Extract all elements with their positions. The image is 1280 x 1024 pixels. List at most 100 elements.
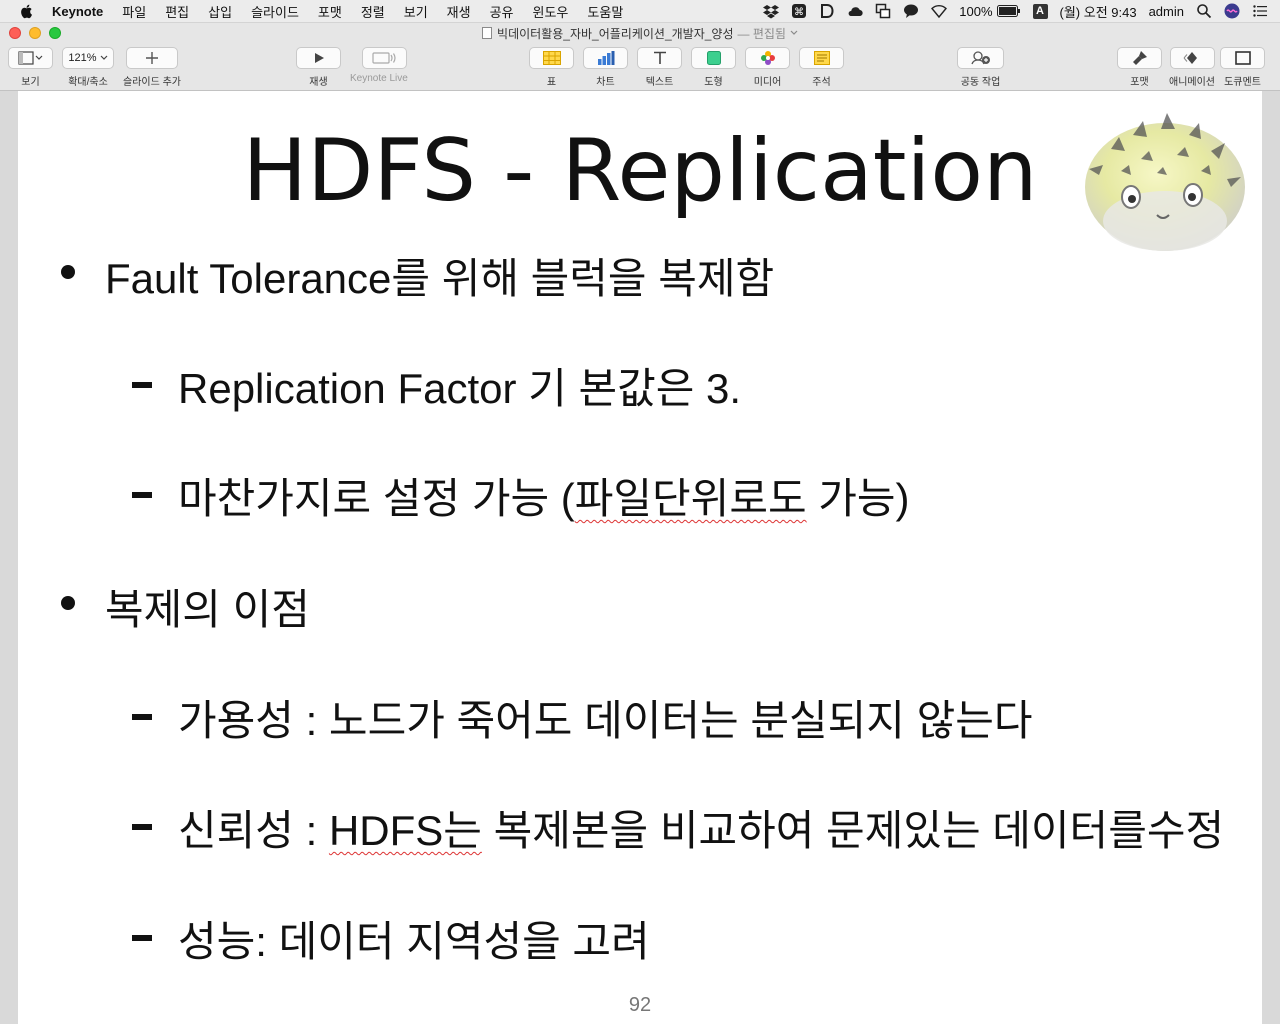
bullet-dash [132, 382, 152, 388]
shape-icon [706, 51, 721, 65]
media-button[interactable] [745, 47, 790, 69]
sub-bullet-text: Replication Factor 기 본값은 3. [178, 365, 742, 412]
menu-insert[interactable]: 삽입 [208, 2, 232, 21]
menu-window[interactable]: 윈도우 [533, 2, 569, 21]
view-tool: 보기 [8, 47, 53, 88]
sub-bullet-reliability[interactable]: 신뢰성 : HDFS는 복제본을 비교하여 문제있는 데이터를수정 [132, 797, 1224, 858]
pufferfish-mascot-icon [1085, 113, 1245, 251]
sub-bullet-configurable[interactable]: 마찬가지로 설정 가능 (파일단위로도 가능) [132, 465, 910, 526]
sub-bullet-performance[interactable]: 성능: 데이터 지역성을 고려 [132, 908, 650, 969]
menu-share[interactable]: 공유 [490, 2, 514, 21]
window-title[interactable]: 빅데이터활용_자바_어플리케이션_개발자_양성 [497, 25, 733, 42]
document-label: 도큐멘트 [1224, 77, 1261, 88]
view-button[interactable] [8, 47, 53, 69]
battery-icon [996, 5, 1020, 17]
slide[interactable]: HDFS - Replication Fault Tolerance를 위해 블… [18, 91, 1262, 1024]
fullscreen-window-button[interactable] [49, 27, 61, 39]
media-label: 미디어 [753, 77, 782, 88]
menu-view[interactable]: 보기 [404, 2, 428, 21]
chevron-down-icon[interactable] [790, 30, 798, 36]
text-button[interactable] [637, 47, 682, 69]
comment-tool: 주석 [799, 47, 844, 88]
text-icon [653, 51, 666, 64]
zoom-tool: 121% 확대/축소 [62, 47, 114, 88]
spotlight[interactable] [1196, 3, 1212, 19]
format-tool: 포맷 [1117, 47, 1162, 88]
play-button[interactable] [296, 47, 341, 69]
keynote-live-tool: Keynote Live [350, 47, 408, 84]
chart-tool: 차트 [583, 47, 628, 88]
collaborate-label: 공동 작업 [960, 77, 1001, 88]
sidebar-layout-icon [17, 51, 42, 65]
slide-title[interactable]: HDFS - Replication [18, 121, 1262, 221]
bullet-dot [61, 265, 75, 279]
d-app-status[interactable] [819, 3, 835, 19]
menu-slide[interactable]: 슬라이드 [251, 2, 299, 21]
bullet-dash [132, 824, 152, 830]
list-icon [1253, 5, 1267, 17]
add-slide-button[interactable] [125, 47, 178, 69]
minimize-window-button[interactable] [29, 27, 41, 39]
animate-label: 애니메이션 [1169, 77, 1215, 88]
shape-button[interactable] [691, 47, 736, 69]
chevron-down-icon [100, 55, 107, 60]
menu-play[interactable]: 재생 [447, 2, 471, 21]
slide-page-number: 92 [628, 994, 652, 1016]
dropbox-status[interactable] [763, 3, 780, 19]
close-window-button[interactable] [9, 27, 21, 39]
menu-help[interactable]: 도움말 [587, 2, 623, 21]
slide-canvas[interactable]: HDFS - Replication Fault Tolerance를 위해 블… [0, 91, 1280, 1024]
battery-percent: 100% [959, 3, 993, 19]
screen-status[interactable] [875, 3, 891, 19]
sub-bullet-replication-factor[interactable]: Replication Factor 기 본값은 3. [132, 355, 742, 416]
sub-bullet-availability[interactable]: 가용성 : 노드가 죽어도 데이터는 분실되지 않는다 [132, 687, 1032, 748]
spellcheck-flagged-word[interactable]: HDFS는 [329, 807, 482, 854]
bullet-text: Fault Tolerance를 위해 블럭을 복제함 [105, 255, 775, 302]
sub-bullet-text-part1: 마찬가지로 설정 가능 ( [178, 475, 575, 522]
spellcheck-flagged-word[interactable]: 파일단위로도 [575, 475, 807, 522]
apple-logo-icon[interactable] [18, 2, 36, 20]
menu-file[interactable]: 파일 [122, 2, 146, 21]
keynote-live-button[interactable] [362, 47, 408, 69]
window-title-bar: 빅데이터활용_자바_어플리케이션_개발자_양성 — 편집됨 [0, 23, 1280, 43]
animate-button[interactable] [1169, 47, 1215, 69]
chat-status[interactable] [903, 3, 919, 19]
menu-format[interactable]: 포맷 [318, 2, 342, 21]
media-tool: 미디어 [745, 47, 790, 88]
table-label: 표 [546, 77, 557, 88]
bullet-text: 복제의 이점 [105, 586, 310, 633]
menu-bar: Keynote 파일 편집 삽입 슬라이드 포맷 정렬 보기 재생 공유 윈도우… [0, 0, 1280, 23]
menu-arrange[interactable]: 정렬 [361, 2, 385, 21]
svg-text:⌘: ⌘ [794, 7, 804, 18]
chart-button[interactable] [583, 47, 628, 69]
add-slide-tool: 슬라이드 추가 [123, 47, 181, 88]
battery-status[interactable]: 100% [959, 4, 1020, 19]
sub-bullet-text: 성능: 데이터 지역성을 고려 [178, 918, 650, 965]
menu-app-keynote[interactable]: Keynote [52, 4, 103, 19]
bullet-fault-tolerance[interactable]: Fault Tolerance를 위해 블럭을 복제함 [61, 245, 775, 306]
cloud-status[interactable] [847, 3, 863, 19]
bullet-replication-benefits[interactable]: 복제의 이점 [61, 576, 310, 637]
comment-button[interactable] [799, 47, 844, 69]
format-button[interactable] [1117, 47, 1162, 69]
search-icon [1197, 4, 1212, 19]
zoom-select[interactable]: 121% [62, 47, 114, 69]
collaborate-button[interactable] [957, 47, 1004, 69]
siri[interactable] [1224, 3, 1240, 19]
bullet-dash [132, 492, 152, 498]
keynote-live-icon [372, 52, 396, 64]
text-label: 텍스트 [645, 77, 674, 88]
wifi-status[interactable] [931, 3, 948, 19]
keynote-live-label: Keynote Live [350, 73, 408, 84]
user-menu[interactable]: admin [1149, 4, 1184, 19]
notification-center[interactable] [1252, 3, 1268, 19]
comment-note-icon [813, 51, 830, 65]
menu-edit[interactable]: 편집 [165, 2, 189, 21]
document-button[interactable] [1220, 47, 1265, 69]
command-status[interactable]: ⌘ [791, 3, 807, 19]
table-button[interactable] [529, 47, 574, 69]
document-tool: 도큐멘트 [1220, 47, 1265, 88]
clock[interactable]: (월) 오전 9:43 [1060, 2, 1137, 21]
input-source[interactable]: A [1032, 3, 1048, 19]
play-label: 재생 [309, 77, 328, 88]
